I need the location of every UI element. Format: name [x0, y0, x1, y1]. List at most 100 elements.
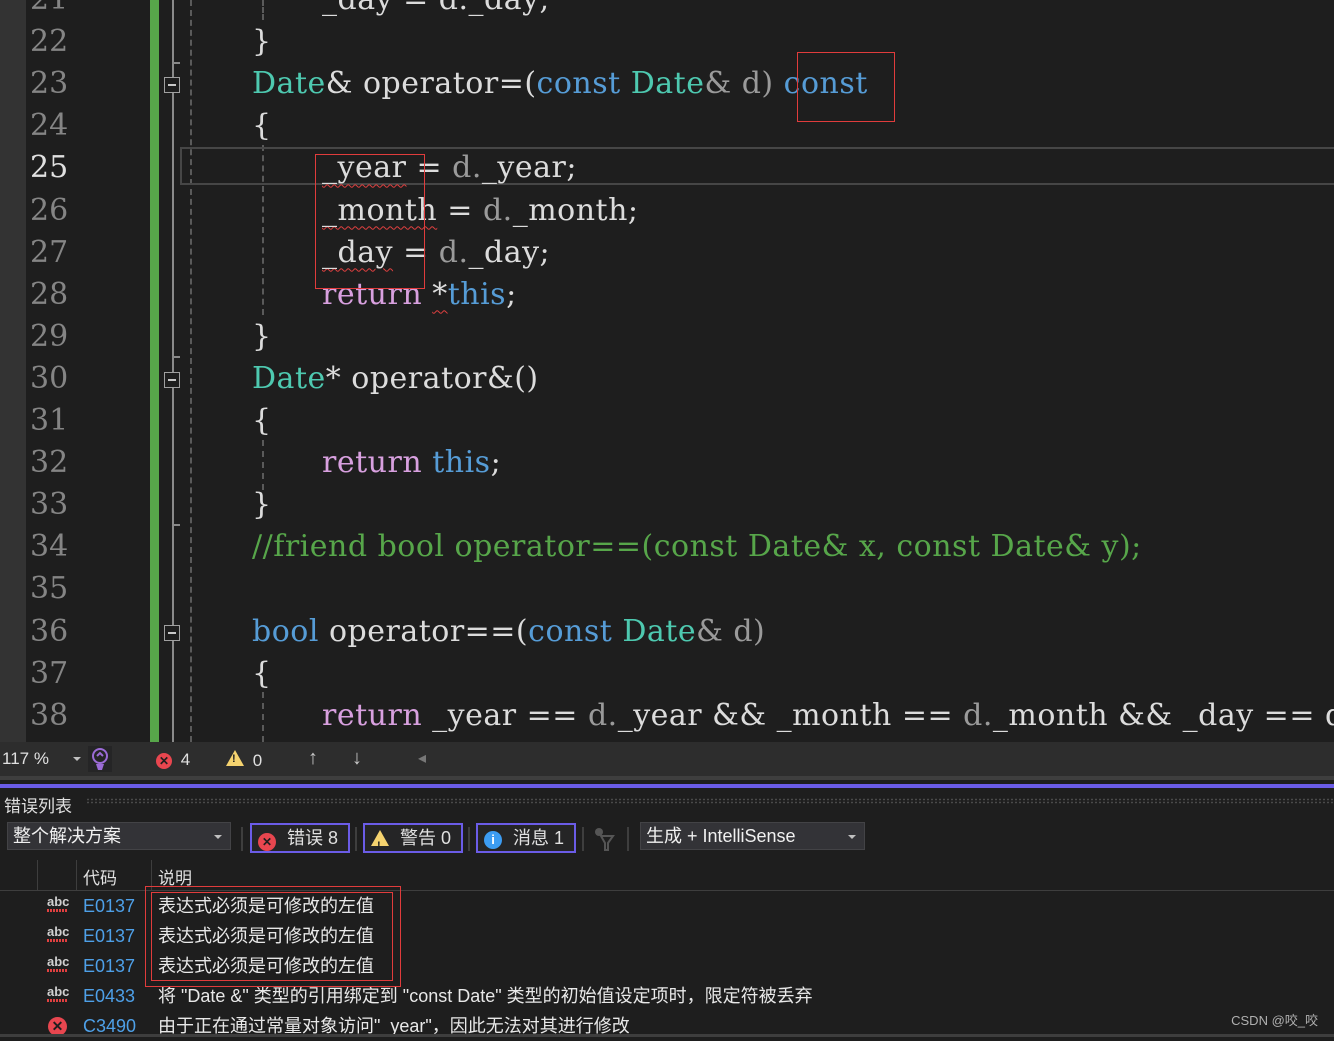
line-number: 28: [30, 276, 69, 312]
code-line[interactable]: 34 //friend bool operator==(const Date& x…: [0, 526, 1334, 568]
editor-status-bar: 117 % ✕ 4 ! 0 ↑ ↓ ◂: [0, 742, 1334, 776]
source-value: 生成 + IntelliSense: [646, 826, 796, 846]
code-line[interactable]: 24 {: [0, 105, 1334, 147]
code-token: =: [437, 192, 483, 228]
code-line[interactable]: 22}: [0, 21, 1334, 63]
code-token: Date: [252, 360, 326, 396]
error-count-indicator[interactable]: ✕ 4: [156, 750, 190, 770]
toolbar-separator: [468, 827, 470, 851]
code-line[interactable]: 38 return _year == d._year && _month == d…: [0, 695, 1334, 737]
code-token: ;: [490, 445, 502, 481]
code-text[interactable]: }: [252, 316, 272, 358]
line-number: 31: [30, 403, 69, 438]
error-code-link[interactable]: E0137: [83, 921, 135, 951]
line-number: 38: [30, 697, 69, 733]
warnings-filter-button[interactable]: ! 警告 0: [363, 823, 463, 853]
code-line[interactable]: 27 _day = d._day;: [0, 232, 1334, 274]
code-token: _year && _month ==: [617, 697, 964, 733]
highlight-box-const: [797, 52, 895, 122]
code-line[interactable]: 36 bool operator==(const Date& d): [0, 611, 1334, 653]
messages-filter-button[interactable]: i 消息 1: [476, 823, 576, 853]
error-code-link[interactable]: E0137: [83, 891, 135, 921]
warning-count-indicator[interactable]: ! 0: [226, 750, 262, 771]
code-line[interactable]: 29}: [0, 316, 1334, 358]
code-line[interactable]: 30 Date* operator&(): [0, 358, 1334, 400]
column-header-code[interactable]: 代码: [83, 864, 117, 889]
intellicode-icon[interactable]: [88, 746, 112, 772]
zoom-level[interactable]: 117 %: [2, 749, 49, 769]
scroll-left-icon[interactable]: ◂: [418, 748, 426, 768]
next-issue-arrow-icon[interactable]: ↓: [352, 747, 362, 770]
code-token: ;: [506, 276, 517, 312]
errors-filter-label: 错误 8: [287, 828, 339, 848]
code-text[interactable]: {: [252, 105, 272, 147]
filter-icon[interactable]: [593, 826, 617, 857]
code-text[interactable]: {: [252, 653, 272, 695]
code-token: }: [252, 318, 272, 354]
info-icon: i: [484, 831, 502, 849]
code-token: const: [528, 613, 613, 649]
code-text[interactable]: bool operator==(const Date& d): [252, 611, 765, 653]
line-number: 24: [30, 108, 69, 144]
toolbar-separator: [627, 827, 629, 851]
code-token: & operator=(: [325, 66, 537, 102]
code-line[interactable]: 23 Date& operator=(const Date& d) const: [0, 63, 1334, 105]
line-number: 27: [30, 234, 69, 270]
panel-title: 错误列表: [4, 797, 72, 816]
line-number: 37: [30, 655, 69, 691]
code-line[interactable]: 26 _month = d._month;: [0, 190, 1334, 232]
warning-icon: !: [226, 750, 244, 766]
code-line[interactable]: 28 return *this;: [0, 274, 1334, 316]
code-text[interactable]: return this;: [322, 442, 501, 484]
highlight-box-inner: [151, 892, 393, 981]
errors-filter-button[interactable]: ✕ 错误 8: [250, 823, 350, 853]
error-count: 4: [180, 750, 191, 769]
code-line[interactable]: 32 return this;: [0, 442, 1334, 484]
code-text[interactable]: Date& operator=(const Date& d) const: [252, 63, 868, 105]
toolbar-separator: [355, 827, 357, 851]
line-number: 33: [30, 487, 69, 523]
code-text[interactable]: return _year == d._year && _month == d._…: [322, 695, 1334, 737]
code-line[interactable]: 25 _year = d._year;: [0, 147, 1334, 189]
code-token: return: [322, 697, 423, 733]
scope-dropdown[interactable]: 整个解决方案: [7, 822, 231, 850]
source-dropdown[interactable]: 生成 + IntelliSense: [640, 822, 865, 850]
code-token: d.: [963, 697, 993, 733]
horizontal-scrollbar[interactable]: ◂: [410, 742, 1334, 774]
warning-icon: !: [371, 830, 389, 852]
error-icon: ✕: [156, 753, 172, 769]
code-text[interactable]: }: [252, 21, 272, 63]
error-code-link[interactable]: E0137: [83, 951, 135, 981]
code-line[interactable]: 31 {: [0, 400, 1334, 442]
chevron-down-icon: [214, 835, 222, 839]
zoom-dropdown-caret-icon[interactable]: [73, 757, 81, 761]
code-line[interactable]: 33}: [0, 484, 1334, 526]
code-text[interactable]: //friend bool operator==(const Date& x, …: [252, 526, 1142, 568]
code-token: _day;: [468, 234, 551, 270]
code-line[interactable]: 37 {: [0, 653, 1334, 695]
code-text[interactable]: }: [252, 484, 272, 526]
code-token: {: [252, 655, 272, 691]
code-line[interactable]: 35: [0, 568, 1334, 610]
code-token: _month && _day == d: [992, 697, 1334, 733]
line-number: 36: [30, 613, 69, 649]
code-token: _year;: [481, 150, 577, 186]
code-text[interactable]: Date* operator&(): [252, 358, 539, 400]
code-text[interactable]: {: [252, 400, 272, 442]
code-token: operator==(: [318, 613, 529, 649]
code-token: d.: [452, 150, 482, 186]
code-text[interactable]: _day = d._day;: [322, 0, 550, 21]
panel-drag-grip[interactable]: [86, 798, 1334, 804]
error-list-toolbar: 整个解决方案 ✕ 错误 8 ! 警告 0 i 消息 1 生成 + Intelli…: [0, 822, 1334, 856]
code-token: d.: [587, 697, 618, 733]
code-line[interactable]: 21 _day = d._day;: [0, 0, 1334, 21]
error-code-link[interactable]: E0433: [83, 981, 135, 1011]
code-token: _month;: [512, 192, 639, 228]
previous-issue-arrow-icon[interactable]: ↑: [308, 747, 318, 770]
code-token: & d): [696, 613, 766, 649]
line-number: 21: [30, 0, 120, 21]
code-token: }: [252, 24, 272, 60]
code-editor[interactable]: 21 _day = d._day;22}23Date& operator=(con…: [0, 0, 1334, 742]
